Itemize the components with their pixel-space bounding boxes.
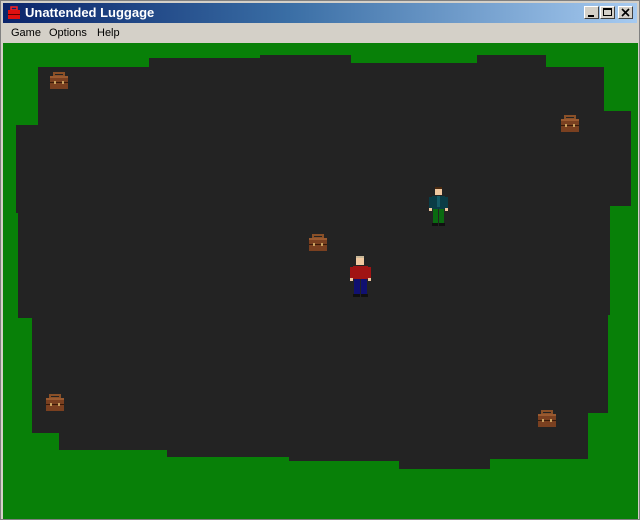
game-canvas[interactable] — [3, 43, 638, 519]
minimize-button[interactable] — [584, 6, 599, 19]
maximize-icon — [603, 8, 612, 16]
game-window: Unattended Luggage Game Options Help — [0, 0, 640, 520]
floor-area — [16, 55, 631, 469]
title-bar[interactable]: Unattended Luggage — [3, 3, 637, 23]
game-scene — [16, 55, 631, 469]
close-icon — [621, 8, 630, 17]
minimize-icon — [588, 15, 594, 17]
app-suitcase-icon — [8, 6, 20, 19]
close-button[interactable] — [618, 6, 633, 19]
menu-help[interactable]: Help — [97, 26, 120, 40]
menu-options[interactable]: Options — [49, 26, 87, 40]
menu-game[interactable]: Game — [11, 26, 41, 40]
window-title: Unattended Luggage — [25, 5, 155, 20]
maximize-button[interactable] — [600, 6, 615, 19]
menu-bar: Game Options Help — [3, 24, 637, 42]
